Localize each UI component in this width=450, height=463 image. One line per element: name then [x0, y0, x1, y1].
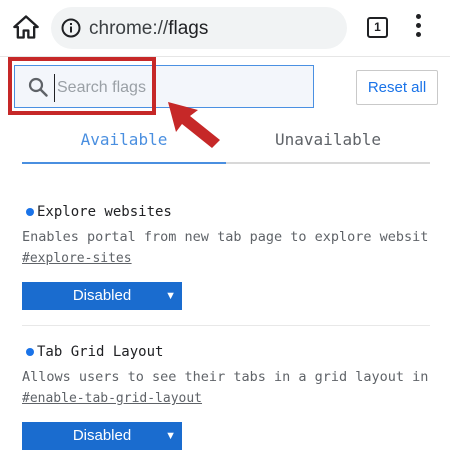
home-icon[interactable] — [12, 13, 40, 41]
flag-title-text: Explore websites — [37, 204, 172, 220]
annotation-highlight-box — [8, 57, 156, 115]
tab-available[interactable]: Available — [22, 124, 226, 164]
url-text: chrome://flags — [89, 18, 208, 40]
flag-title-text: Tab Grid Layout — [37, 344, 164, 360]
flag-state-select[interactable]: Disabled ▼ — [22, 282, 182, 310]
flag-title: Explore websites — [22, 204, 428, 220]
url-host: flags — [168, 18, 209, 39]
flag-permalink[interactable]: #enable-tab-grid-layout — [22, 391, 202, 406]
tab-unavailable[interactable]: Unavailable — [226, 124, 430, 164]
info-icon[interactable] — [61, 18, 81, 38]
dropdown-caret-icon: ▼ — [165, 430, 176, 442]
flag-description: Allows users to see their tabs in a grid… — [22, 369, 428, 385]
flag-description: Enables portal from new tab page to expl… — [22, 229, 428, 245]
flag-state-value: Disabled — [72, 427, 132, 444]
tab-switcher-button[interactable]: 1 — [367, 17, 388, 38]
flag-state-select[interactable]: Disabled ▼ — [22, 422, 182, 450]
divider — [22, 325, 430, 326]
flag-state-value: Disabled — [72, 287, 132, 304]
address-bar[interactable]: chrome://flags — [51, 7, 347, 49]
flag-item: Tab Grid Layout Allows users to see thei… — [22, 344, 428, 450]
more-menu-icon[interactable] — [410, 14, 426, 42]
bullet-dot — [26, 348, 34, 356]
flag-item: Explore websites Enables portal from new… — [22, 204, 428, 310]
dropdown-caret-icon: ▼ — [165, 290, 176, 302]
browser-toolbar: chrome://flags 1 — [0, 0, 450, 57]
url-scheme: chrome:// — [89, 18, 169, 39]
bullet-dot — [26, 208, 34, 216]
flag-permalink[interactable]: #explore-sites — [22, 251, 132, 266]
reset-all-button[interactable]: Reset all — [356, 70, 438, 105]
flag-title: Tab Grid Layout — [22, 344, 428, 360]
